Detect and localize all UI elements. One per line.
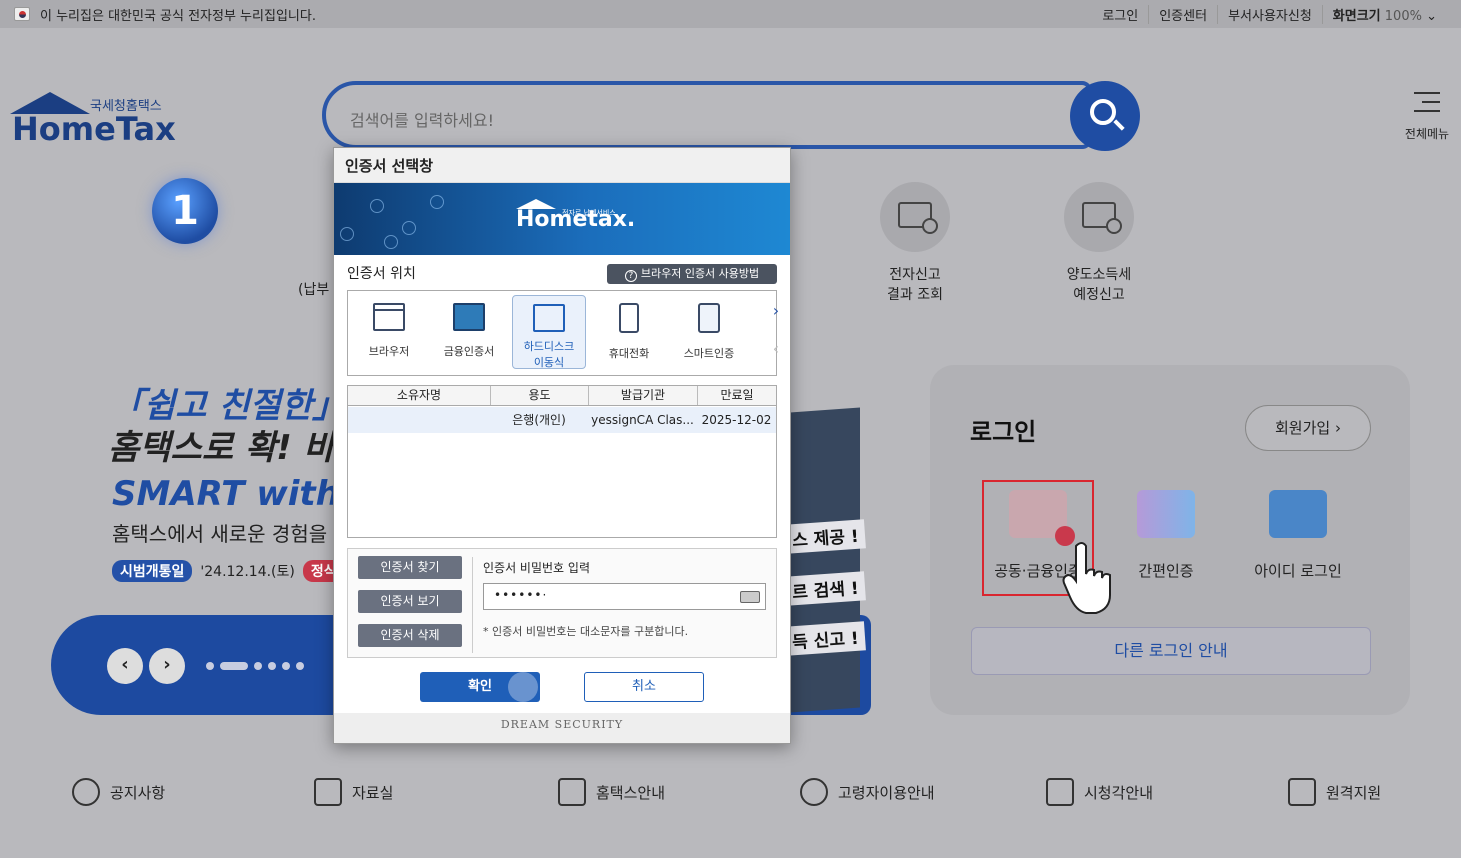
quick-tile-esubmit-result[interactable]: 전자신고 결과 조회 [870, 182, 960, 304]
hometax-brand: Hometax. [516, 207, 636, 232]
promo-image [790, 407, 860, 713]
promo-text-2: 르 검색 ! [785, 571, 866, 606]
hamburger-icon [1414, 92, 1440, 119]
location-mobile[interactable]: 휴대전화 [592, 295, 666, 369]
smart-cert-icon [698, 303, 720, 333]
zoom-label: 화면크기 [1332, 9, 1381, 24]
bottom-link-remote[interactable]: 원격지원 [1288, 778, 1381, 806]
login-option-id[interactable]: 아이디 로그인 [1238, 490, 1358, 581]
cert-select-dialog: 인증서 선택창 전자로 납세서비스 Hometax. 인증서 위치 ? 브라우저 … [333, 147, 791, 744]
cancel-button[interactable]: 취소 [584, 672, 704, 702]
cert-password-input[interactable]: ••••••· [483, 583, 766, 610]
gov-notice-text[interactable]: 이 누리집은 대한민국 공식 전자정부 누리집입니다. [40, 5, 316, 24]
login-option-simple[interactable]: 간편인증 [1106, 490, 1226, 581]
browser-cert-help-button[interactable]: ? 브라우저 인증서 사용방법 [607, 264, 777, 284]
slider-pagination[interactable] [206, 662, 304, 670]
password-panel: 인증서 찾기 인증서 보기 인증서 삭제 인증서 비밀번호 입력 ••••••·… [347, 548, 777, 658]
click-indicator [508, 672, 538, 702]
hometax-logo[interactable]: 국세청홈택스 HomeTax [10, 90, 180, 150]
search-button[interactable] [1070, 81, 1140, 151]
pilot-open-date: '24.12.14.(토) [200, 564, 295, 580]
archive-icon [314, 778, 342, 806]
bottom-link-av[interactable]: 시청각안내 [1046, 778, 1153, 806]
cert-table-row[interactable]: 은행(개인) yessignCA Clas... 2025-12-02 [348, 407, 776, 433]
chevron-down-icon: ⌄ [1426, 9, 1437, 24]
logo-title: HomeTax [12, 110, 176, 148]
monitor-search-icon [880, 182, 950, 252]
dialog-banner: 전자로 납세서비스 Hometax. [334, 183, 790, 255]
view-cert-button[interactable]: 인증서 보기 [358, 590, 462, 613]
hero-subtext: 홈택스에서 새로운 경험을 [112, 522, 328, 546]
dream-security-footer: DREAM SECURITY [334, 713, 790, 743]
location-finance-cert[interactable]: 금융인증서 [432, 295, 506, 369]
id-login-icon [1269, 490, 1327, 538]
top-util-links: 로그인 인증센터 부서사용자신청 화면크기 100% ⌄ [1092, 5, 1447, 24]
search-placeholder: 검색어를 입력하세요! [350, 111, 494, 130]
full-menu-button[interactable]: 전체메뉴 [1400, 92, 1454, 142]
login-title: 로그인 [970, 418, 1037, 446]
location-next-arrow[interactable]: › [766, 301, 786, 320]
delete-cert-button[interactable]: 인증서 삭제 [358, 624, 462, 647]
hand-pointer-icon [1062, 542, 1111, 614]
cert-location-list: 브라우저 금융인증서 하드디스크 이동식 휴대전화 스마트인증 › ‹ [347, 290, 779, 376]
quick-tile-transfer-tax[interactable]: 양도소득세 예정신고 [1054, 182, 1144, 304]
step-badge: 1 [152, 178, 218, 244]
find-cert-button[interactable]: 인증서 찾기 [358, 556, 462, 579]
location-smart-cert[interactable]: 스마트인증 [672, 295, 746, 369]
senior-icon [800, 778, 828, 806]
search-icon [1090, 99, 1116, 125]
top-link-login[interactable]: 로그인 [1092, 5, 1148, 24]
microphone-icon [72, 778, 100, 806]
cert-table-header: 소유자명 용도 발급기관 만료일 [348, 386, 776, 406]
confirm-button[interactable]: 확인 [420, 672, 540, 702]
location-hard-disk[interactable]: 하드디스크 이동식 [512, 295, 586, 369]
gov-notice-bar: 이 누리집은 대한민국 공식 전자정부 누리집입니다. 로그인 인증센터 부서사… [0, 0, 1461, 28]
location-prev-arrow[interactable]: ‹ [766, 339, 786, 358]
other-login-guide-button[interactable]: 다른 로그인 안내 [971, 627, 1371, 675]
zoom-value: 100% [1384, 9, 1422, 24]
slider-next-button[interactable]: › [149, 648, 185, 684]
password-label: 인증서 비밀번호 입력 [483, 561, 590, 575]
simple-auth-icon [1137, 490, 1195, 538]
hero-headline-2: 홈택스로 확! 바 [108, 428, 335, 468]
speaker-icon [1046, 778, 1074, 806]
full-menu-label: 전체메뉴 [1404, 127, 1450, 141]
finance-cert-icon [453, 303, 485, 331]
korea-flag-icon [14, 7, 30, 21]
slider-prev-button[interactable]: ‹ [107, 648, 143, 684]
remote-pc-icon [1288, 778, 1316, 806]
hard-disk-usb-icon [533, 304, 565, 332]
bottom-link-guide[interactable]: 홈택스안내 [558, 778, 665, 806]
zoom-control[interactable]: 화면크기 100% ⌄ [1321, 5, 1447, 24]
virtual-keyboard-icon[interactable] [740, 591, 760, 603]
edit-document-icon [558, 778, 586, 806]
cert-location-label: 인증서 위치 [347, 266, 416, 282]
promo-text-3: 득 신고 ! [785, 621, 866, 656]
question-icon: ? [624, 270, 637, 282]
partial-tile-label: (납부 [298, 282, 330, 298]
tax-document-icon [1064, 182, 1134, 252]
password-note: * 인증서 비밀번호는 대소문자를 구분합니다. [483, 625, 689, 638]
mobile-phone-icon [619, 303, 639, 333]
promo-text-1: 스 제공 ! [785, 519, 866, 554]
network-lock-icon [340, 191, 450, 251]
bottom-quick-links: 공지사항 자료실 홈택스안내 고령자이용안내 시청각안내 원격지원 [0, 778, 1461, 818]
bottom-link-archive[interactable]: 자료실 [314, 778, 393, 806]
top-link-cert-center[interactable]: 인증센터 [1148, 5, 1217, 24]
signup-button[interactable]: 회원가입 › [1245, 405, 1371, 451]
location-browser[interactable]: 브라우저 [352, 295, 426, 369]
bottom-link-notice[interactable]: 공지사항 [72, 778, 165, 806]
top-link-dept-user[interactable]: 부서사용자신청 [1217, 5, 1322, 24]
chevron-right-icon: › [1334, 419, 1341, 437]
cert-table: 소유자명 용도 발급기관 만료일 은행(개인) yessignCA Clas..… [347, 385, 777, 538]
bottom-link-senior[interactable]: 고령자이용안내 [800, 778, 935, 806]
browser-icon [373, 303, 405, 331]
dialog-title: 인증서 선택창 [334, 148, 790, 183]
hero-date-tag: 시범개통일 '24.12.14.(토) 정식 [112, 560, 345, 582]
search-input[interactable]: 검색어를 입력하세요! [322, 81, 1092, 149]
pilot-open-pill: 시범개통일 [112, 560, 193, 582]
